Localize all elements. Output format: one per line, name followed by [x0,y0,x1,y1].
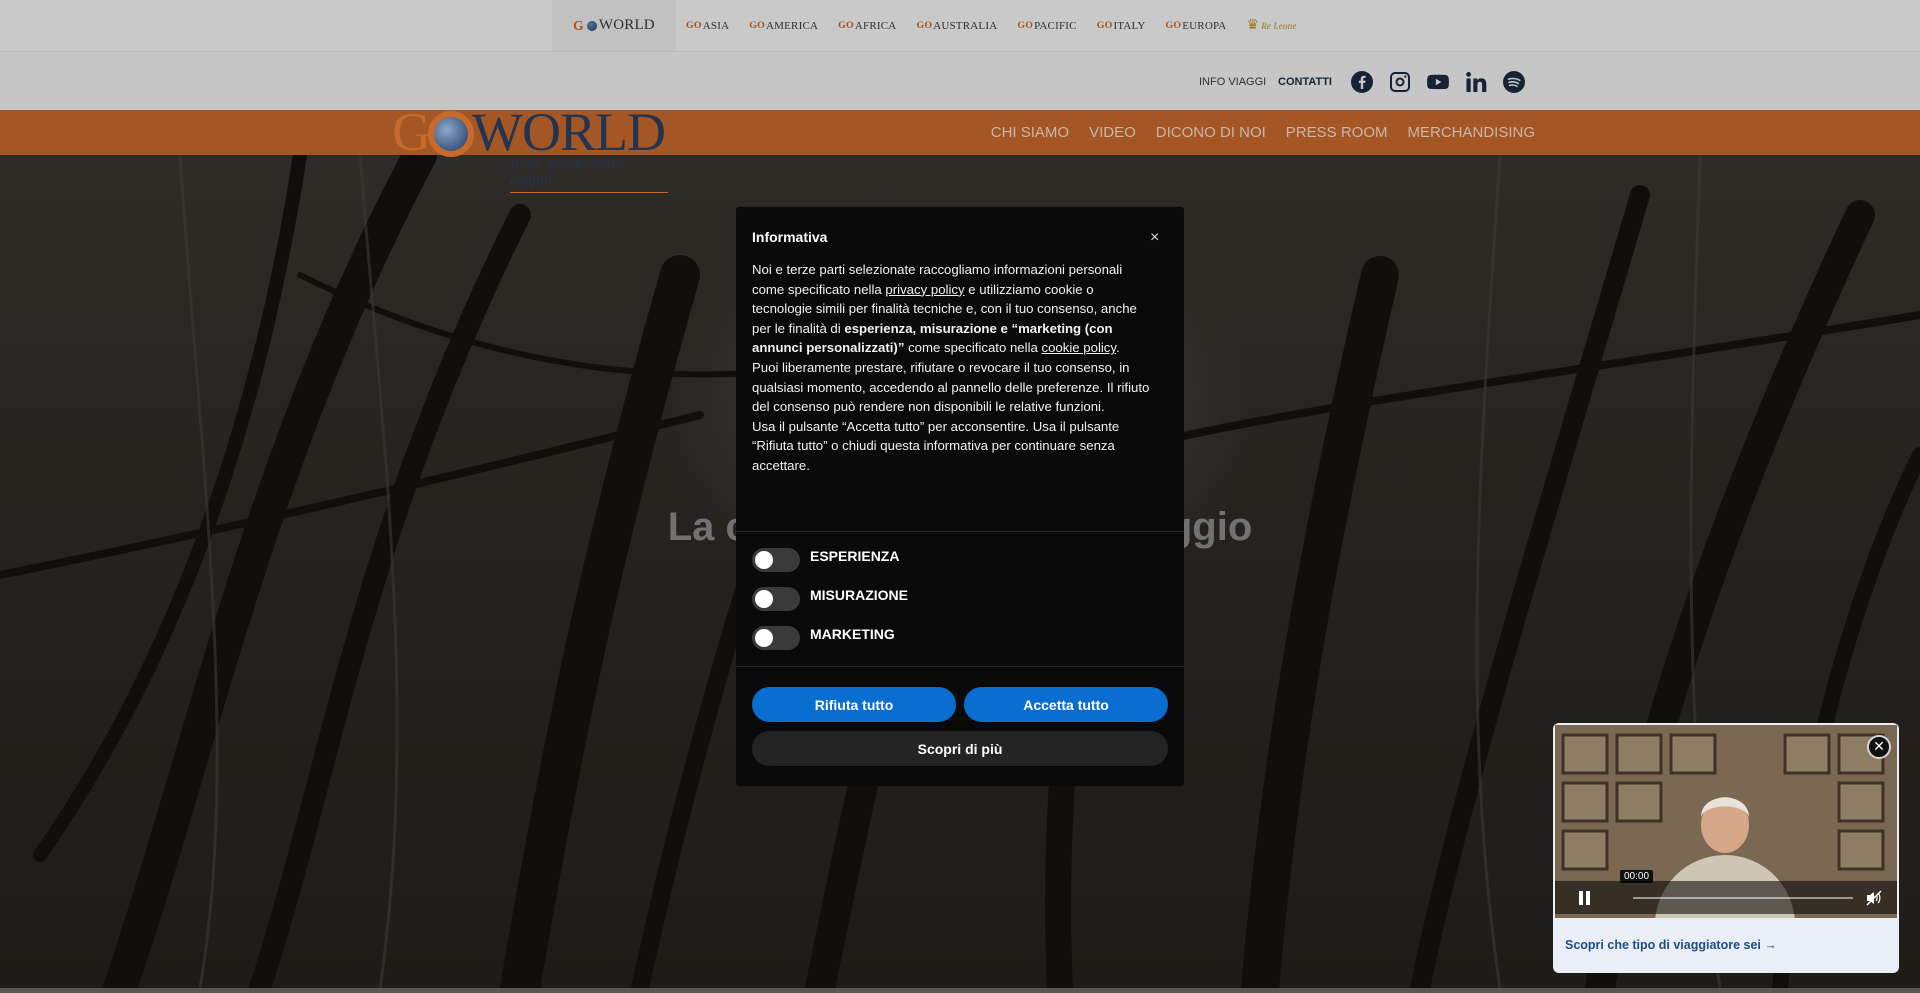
consent-paragraph-3: Usa il pulsante “Accetta tutto” per acco… [752,418,1120,473]
close-icon[interactable]: × [1150,229,1159,247]
pause-icon[interactable] [1579,891,1591,905]
cookie-consent-modal: Informativa × Noi e terze parti selezion… [736,207,1184,786]
video-cta-link[interactable]: Scopri che tipo di viaggiatore sei → [1565,938,1777,952]
toggle-esperienza[interactable]: ESPERIENZA [752,547,899,573]
globe-icon [428,110,474,157]
learn-more-button[interactable]: Scopri di più [752,731,1168,766]
goworld-logo[interactable]: G WORLD Il tuo mondo senza confini [392,100,668,193]
modal-title: Informativa [752,229,828,245]
consent-paragraph-1: Noi e terze parti selezionate raccogliam… [752,262,1137,356]
toggle-switch[interactable] [752,587,800,611]
video-popup: ✕ 00:00 Scopri che tipo di viaggiatore s… [1553,723,1899,973]
video-progress-bar[interactable] [1633,897,1853,899]
accept-all-button[interactable]: Accetta tutto [964,687,1168,722]
toggle-switch[interactable] [752,626,800,650]
mute-icon[interactable] [1865,889,1883,907]
toggle-misurazione[interactable]: MISURAZIONE [752,586,908,612]
privacy-policy-link[interactable]: privacy policy [885,282,964,297]
modal-divider [736,666,1184,667]
toggle-marketing[interactable]: MARKETING [752,625,895,651]
modal-body: Noi e terze parti selezionate raccogliam… [752,260,1152,476]
reject-all-button[interactable]: Rifiuta tutto [752,687,956,722]
consent-paragraph-2: Puoi liberamente prestare, rifiutare o r… [752,359,1150,415]
video-close-button[interactable]: ✕ [1867,735,1891,759]
logo-tagline: Il tuo mondo senza confini [510,156,668,193]
modal-divider [736,531,1184,532]
logo-wordmark: G WORLD [392,102,666,162]
video-controls [1555,881,1897,914]
toggle-switch[interactable] [752,548,800,572]
cookie-policy-link[interactable]: cookie policy [1042,340,1117,355]
